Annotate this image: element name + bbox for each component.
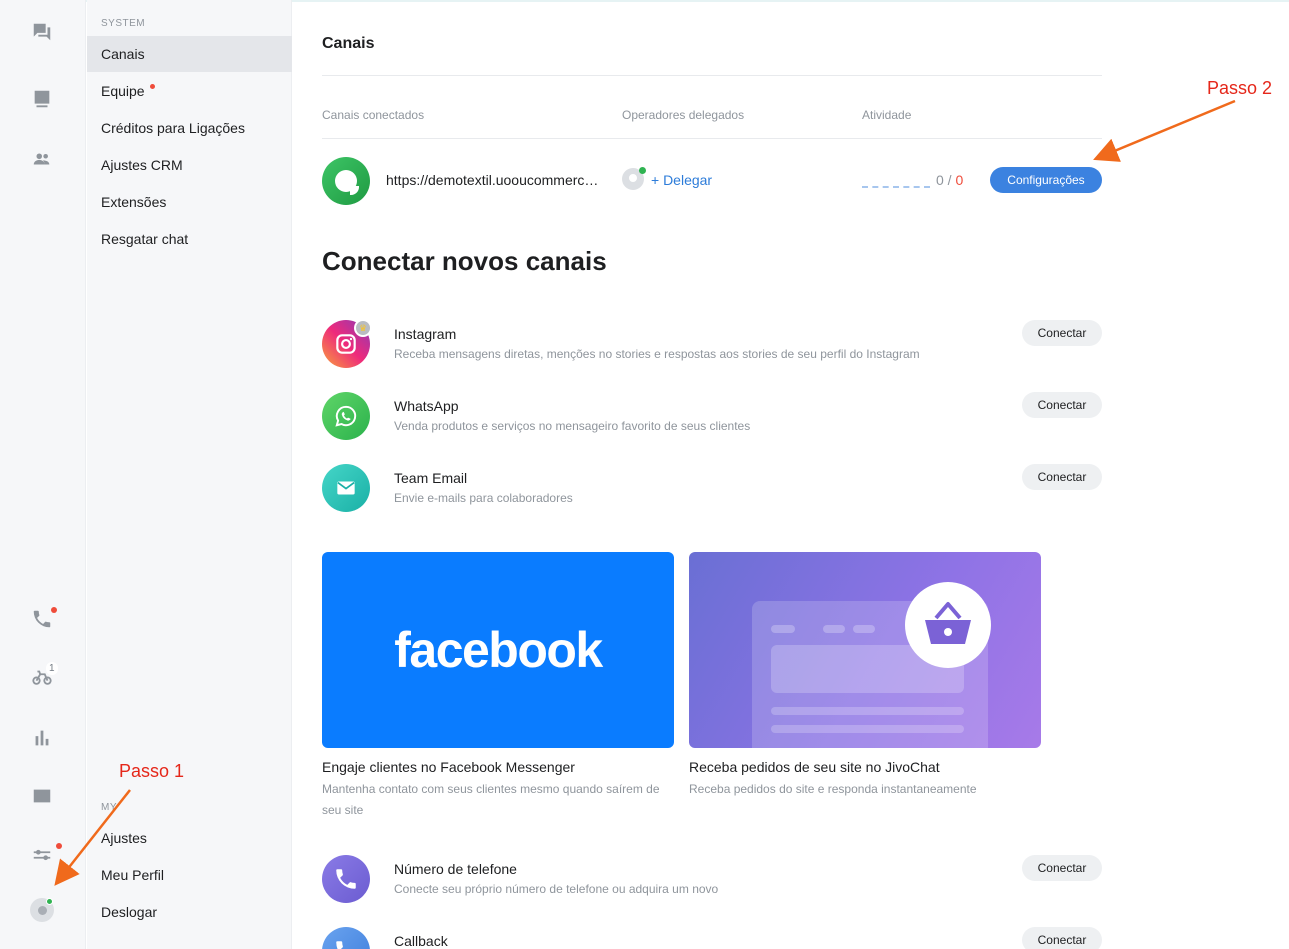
step1-arrow bbox=[54, 789, 131, 886]
annotation-arrows bbox=[54, 99, 1236, 886]
step2-arrow bbox=[1093, 99, 1236, 162]
